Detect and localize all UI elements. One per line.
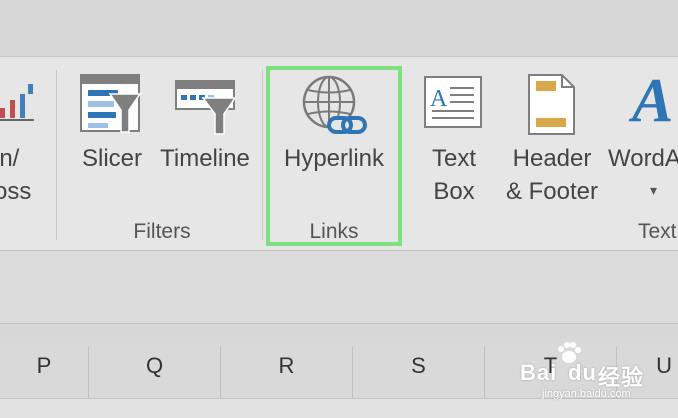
timeline-label: Timeline	[160, 145, 250, 172]
header-footer-label-line2: & Footer	[505, 178, 599, 205]
column-header-q[interactable]: Q	[89, 338, 220, 398]
timeline-button[interactable]: Timeline	[155, 70, 255, 200]
text-box-label-line2: Box	[433, 178, 475, 205]
wordart-icon: A	[632, 70, 674, 135]
formula-bar-area[interactable]	[0, 250, 678, 324]
group-label-links: Links	[309, 220, 359, 243]
column-header-p[interactable]: P	[0, 338, 88, 398]
header-footer-icon	[528, 74, 575, 135]
slicer-button[interactable]: Slicer	[74, 70, 150, 200]
partial-button-label-line1: in/	[0, 145, 20, 172]
svg-text:A: A	[430, 86, 448, 112]
paw-icon	[556, 342, 582, 363]
ribbon-tab-strip	[0, 0, 678, 57]
timeline-icon	[175, 80, 237, 135]
hyperlink-button[interactable]: Hyperlink	[272, 70, 396, 200]
slicer-label: Slicer	[81, 145, 142, 172]
column-header-s[interactable]: S	[353, 338, 484, 398]
cell-row[interactable]	[0, 398, 678, 418]
watermark-brand: Bai	[520, 360, 558, 385]
header-footer-button[interactable]: Header & Footer	[496, 70, 608, 210]
column-header-r[interactable]: R	[221, 338, 352, 398]
text-box-label-line1: Text	[431, 145, 476, 172]
group-separator	[56, 70, 57, 240]
wordart-button[interactable]: A WordA ▾	[606, 70, 678, 210]
text-box-icon: A	[424, 76, 482, 128]
wordart-label: WordA	[608, 145, 678, 172]
group-label-text: Text	[638, 220, 677, 243]
watermark-url: jingyan.baidu.com	[542, 388, 631, 400]
wordart-dropdown-icon[interactable]: ▾	[650, 182, 657, 199]
header-footer-label-line1: Header	[512, 145, 592, 172]
partial-chart-icon[interactable]	[0, 80, 40, 130]
hyperlink-label: Hyperlink	[283, 145, 385, 172]
group-label-filters: Filters	[133, 220, 191, 243]
group-separator	[262, 70, 263, 240]
slicer-icon	[80, 74, 142, 133]
baidu-watermark: Bai du 经验 jingyan.baidu.com	[520, 340, 678, 400]
text-box-button[interactable]: A Text Box	[416, 70, 492, 210]
globe-link-icon	[302, 75, 367, 134]
watermark-brand-2: du	[568, 360, 597, 385]
partial-button-label-line2: oss	[0, 178, 32, 205]
